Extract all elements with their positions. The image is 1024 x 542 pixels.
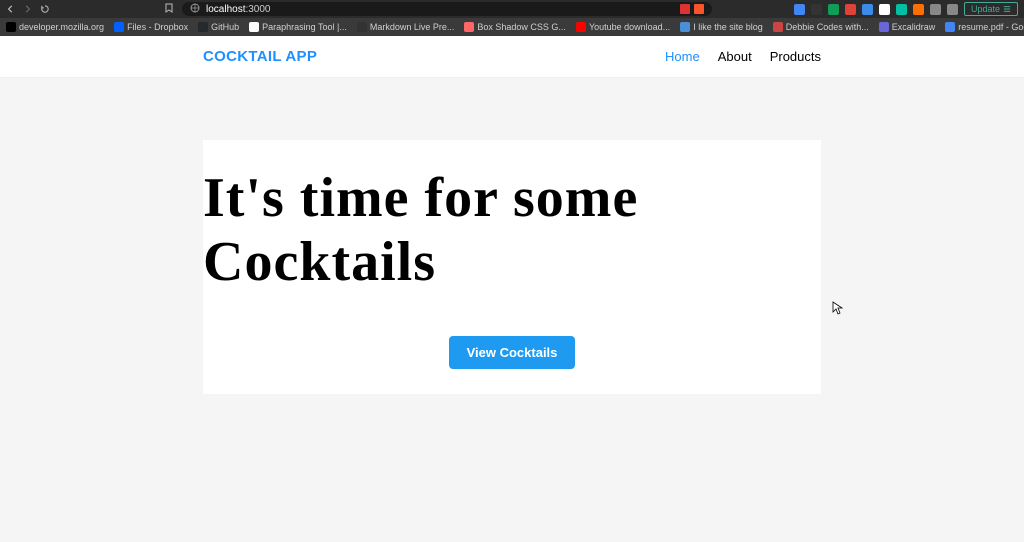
forward-button[interactable]: [22, 4, 32, 14]
bookmark-item[interactable]: Youtube download...: [576, 22, 670, 32]
bookmark-icon[interactable]: [164, 3, 174, 16]
bookmark-item[interactable]: developer.mozilla.org: [6, 22, 104, 32]
favicon: [6, 22, 16, 32]
bookmarks-bar: developer.mozilla.org Files - Dropbox GitH…: [0, 18, 1024, 36]
bookmark-item[interactable]: Markdown Live Pre...: [357, 22, 455, 32]
bookmark-label: Box Shadow CSS G...: [477, 22, 566, 32]
bookmark-item[interactable]: Paraphrasing Tool |...: [249, 22, 347, 32]
extension-icon[interactable]: [930, 4, 941, 15]
extension-icon[interactable]: [896, 4, 907, 15]
extension-icon[interactable]: [794, 4, 805, 15]
url-text: localhost:3000: [206, 4, 271, 15]
nav-link-about[interactable]: About: [718, 49, 752, 64]
bookmark-label: resume.pdf - Googl...: [958, 22, 1024, 32]
reload-button[interactable]: [40, 4, 50, 14]
browser-toolbar: localhost:3000 Update: [0, 0, 1024, 18]
extension-icon[interactable]: [947, 4, 958, 15]
favicon: [464, 22, 474, 32]
brave-icon[interactable]: [694, 4, 704, 14]
bookmark-label: GitHub: [211, 22, 239, 32]
favicon: [879, 22, 889, 32]
extension-icon[interactable]: [862, 4, 873, 15]
favicon: [680, 22, 690, 32]
url-bar[interactable]: localhost:3000: [182, 2, 712, 16]
favicon: [357, 22, 367, 32]
extension-icon[interactable]: [845, 4, 856, 15]
extension-icon[interactable]: [811, 4, 822, 15]
bookmark-item[interactable]: I like the site blog: [680, 22, 763, 32]
favicon: [198, 22, 208, 32]
back-button[interactable]: [6, 4, 16, 14]
site-header: COCKTAIL APP Home About Products: [0, 36, 1024, 78]
main-nav: Home About Products: [665, 49, 821, 64]
brand-logo[interactable]: COCKTAIL APP: [203, 48, 317, 65]
bookmark-label: Excalidraw: [892, 22, 936, 32]
bookmark-label: developer.mozilla.org: [19, 22, 104, 32]
favicon: [945, 22, 955, 32]
hero-card: It's time for some Cocktails View Cockta…: [203, 140, 821, 394]
extension-icon[interactable]: [879, 4, 890, 15]
favicon: [249, 22, 259, 32]
nav-link-products[interactable]: Products: [770, 49, 821, 64]
shield-icon[interactable]: [680, 4, 690, 14]
favicon: [773, 22, 783, 32]
bookmark-label: Debbie Codes with...: [786, 22, 869, 32]
favicon: [114, 22, 124, 32]
extensions-area: Update: [794, 2, 1018, 16]
extension-icon[interactable]: [828, 4, 839, 15]
bookmark-item[interactable]: resume.pdf - Googl...: [945, 22, 1024, 32]
update-button[interactable]: Update: [964, 2, 1018, 16]
bookmark-item[interactable]: Excalidraw: [879, 22, 936, 32]
bookmark-item[interactable]: Files - Dropbox: [114, 22, 188, 32]
site-info-icon[interactable]: [190, 3, 200, 16]
bookmark-label: Markdown Live Pre...: [370, 22, 455, 32]
bookmark-label: Youtube download...: [589, 22, 670, 32]
bookmark-item[interactable]: Box Shadow CSS G...: [464, 22, 566, 32]
bookmark-label: Paraphrasing Tool |...: [262, 22, 347, 32]
bookmark-item[interactable]: Debbie Codes with...: [773, 22, 869, 32]
view-cocktails-button[interactable]: View Cocktails: [449, 336, 576, 369]
nav-link-home[interactable]: Home: [665, 49, 700, 64]
extension-icon[interactable]: [913, 4, 924, 15]
bookmark-label: Files - Dropbox: [127, 22, 188, 32]
bookmark-label: I like the site blog: [693, 22, 763, 32]
hero-title: It's time for some Cocktails: [203, 166, 821, 294]
page-content: COCKTAIL APP Home About Products It's time…: [0, 36, 1024, 542]
bookmark-item[interactable]: GitHub: [198, 22, 239, 32]
favicon: [576, 22, 586, 32]
